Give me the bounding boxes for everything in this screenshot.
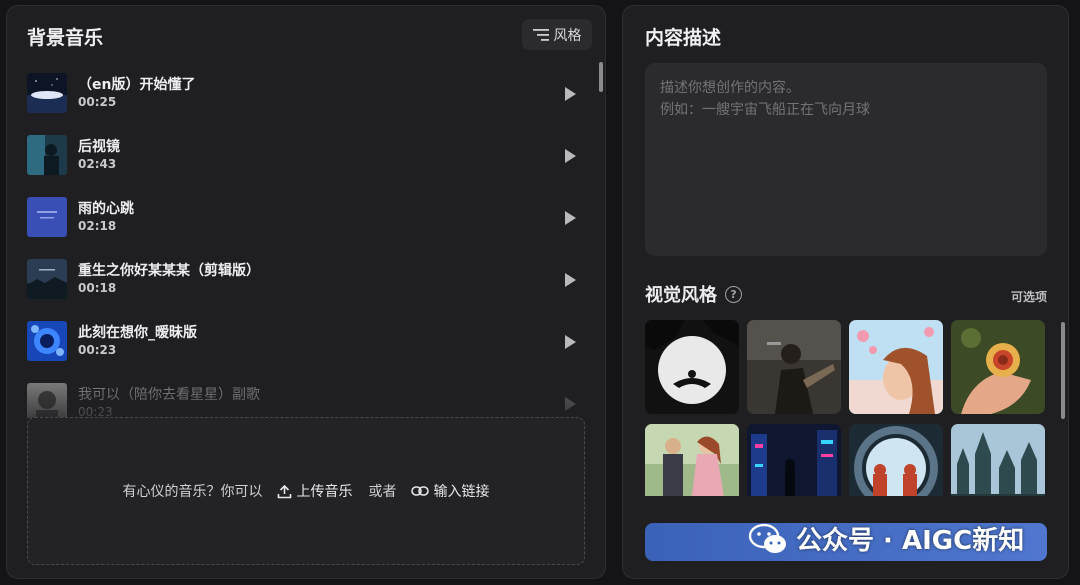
input-link-button[interactable]: 输入链接 (410, 481, 490, 501)
play-icon[interactable] (565, 87, 576, 101)
play-icon[interactable] (565, 211, 576, 225)
track-name: 重生之你好某某某（剪辑版） (78, 263, 260, 279)
filter-lines-icon (532, 28, 549, 41)
visual-style-title: 视觉风格 (645, 285, 717, 306)
rock-singer-icon[interactable] (747, 320, 841, 414)
track-name: 此刻在想你_暧昧版 (78, 325, 197, 341)
style-filter-label: 风格 (553, 27, 582, 44)
visual-style-grid (645, 320, 1047, 496)
background-music-panel: 背景音乐 风格 （en版）开始懂了 00:25 后视镜 02:43 雨的心跳 0… (6, 5, 606, 579)
track-item[interactable]: 雨的心跳 02:18 (27, 190, 582, 242)
moon-silhouette-icon[interactable] (645, 320, 739, 414)
generate-button[interactable] (645, 523, 1047, 561)
track-duration: 00:23 (78, 343, 117, 357)
track-cover (27, 73, 67, 113)
track-list: （en版）开始懂了 00:25 后视镜 02:43 雨的心跳 02:18 重生之… (7, 66, 601, 418)
track-duration: 00:18 (78, 281, 117, 295)
link-icon (410, 486, 429, 496)
neon-city-icon[interactable] (747, 424, 841, 496)
background-music-title: 背景音乐 (27, 27, 104, 49)
track-duration: 00:25 (78, 95, 117, 109)
content-description-title: 内容描述 (645, 27, 722, 49)
peach-hand-icon[interactable] (951, 320, 1045, 414)
track-item[interactable]: （en版）开始懂了 00:25 (27, 66, 582, 118)
input-link-label: 输入链接 (433, 484, 490, 500)
play-icon[interactable] (565, 149, 576, 163)
style-filter-button[interactable]: 风格 (522, 19, 592, 50)
upload-music-button[interactable]: 上传音乐 (277, 481, 353, 501)
style-grid-scrollbar[interactable] (1061, 322, 1065, 419)
content-panel: 内容描述 视觉风格 ? 可选项 (622, 5, 1069, 579)
track-cover (27, 135, 67, 175)
track-name: 我可以（陪你去看星星）副歌 (78, 387, 260, 403)
track-cover (27, 321, 67, 361)
couple-forest-icon[interactable] (645, 424, 739, 496)
play-icon[interactable] (565, 335, 576, 349)
content-description-input[interactable] (645, 63, 1047, 256)
castle-icon[interactable] (951, 424, 1045, 496)
track-item[interactable]: 重生之你好某某某（剪辑版） 00:18 (27, 252, 582, 304)
track-name: 后视镜 (78, 139, 120, 155)
optional-label: 可选项 (1011, 290, 1048, 304)
upload-music-label: 上传音乐 (296, 484, 353, 500)
upload-prompt-text: 有心仪的音乐？你可以 (122, 484, 263, 500)
track-item[interactable]: 我可以（陪你去看星星）副歌 00:23 (27, 376, 582, 418)
track-cover (27, 259, 67, 299)
play-icon[interactable] (565, 397, 576, 411)
music-upload-dropzone[interactable]: 有心仪的音乐？你可以 上传音乐 或者 输入链接 (27, 417, 585, 565)
help-icon[interactable]: ? (725, 285, 742, 303)
girl-petals-icon[interactable] (849, 320, 943, 414)
upload-icon (277, 484, 291, 498)
or-text: 或者 (368, 484, 397, 500)
visual-style-heading: 视觉风格 ? (645, 281, 742, 307)
play-icon[interactable] (565, 273, 576, 287)
track-name: 雨的心跳 (78, 201, 134, 217)
track-item[interactable]: 后视镜 02:43 (27, 128, 582, 180)
track-cover (27, 197, 67, 237)
astronauts-portal-icon[interactable] (849, 424, 943, 496)
track-duration: 02:18 (78, 219, 117, 233)
track-duration: 02:43 (78, 157, 117, 171)
track-list-scrollbar[interactable] (599, 62, 603, 92)
track-name: （en版）开始懂了 (78, 77, 196, 93)
track-cover (27, 383, 67, 418)
track-item[interactable]: 此刻在想你_暧昧版 00:23 (27, 314, 582, 366)
